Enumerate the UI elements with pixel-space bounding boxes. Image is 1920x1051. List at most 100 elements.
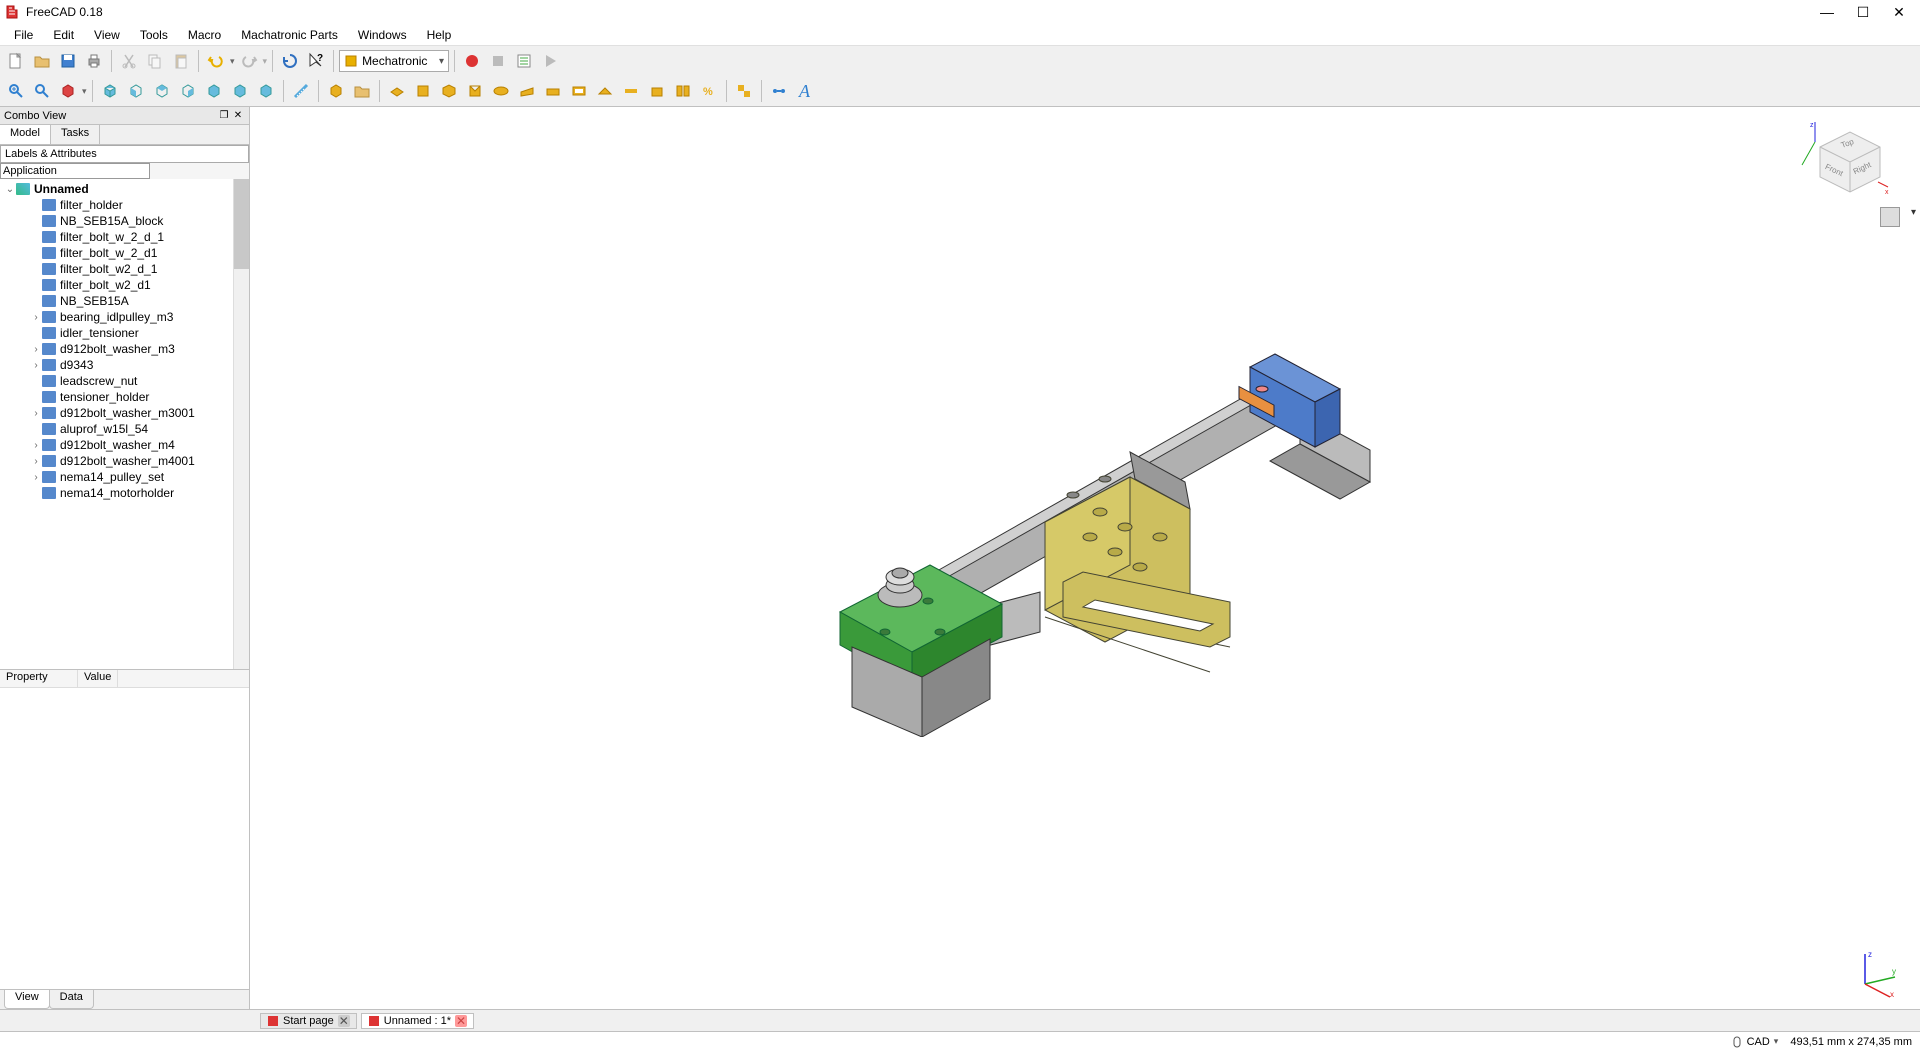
undo-dropdown-icon[interactable]: ▾ [230, 56, 235, 67]
draw-style-dropdown-icon[interactable]: ▾ [82, 86, 87, 97]
draw-style-button[interactable] [56, 79, 80, 103]
mech-part-12-button[interactable] [671, 79, 695, 103]
mini-cube-dropdown-icon[interactable]: ▾ [1911, 207, 1916, 218]
menu-mechatronic-parts[interactable]: Machatronic Parts [231, 26, 348, 44]
navigation-cube[interactable]: Top Front Right z x [1800, 117, 1890, 207]
tree-scrollbar[interactable] [233, 179, 249, 669]
part-button[interactable] [324, 79, 348, 103]
tree-item[interactable]: tensioner_holder [0, 389, 249, 405]
cut-button[interactable] [117, 49, 141, 73]
expand-icon[interactable]: › [30, 472, 42, 483]
link-button[interactable] [767, 79, 791, 103]
menu-windows[interactable]: Windows [348, 26, 417, 44]
expand-icon[interactable]: › [30, 312, 42, 323]
group-button[interactable] [350, 79, 374, 103]
tab-model[interactable]: Model [0, 125, 51, 144]
paste-button[interactable] [169, 49, 193, 73]
view-top-button[interactable] [150, 79, 174, 103]
fit-selection-button[interactable] [30, 79, 54, 103]
tree-item[interactable]: NB_SEB15A_block [0, 213, 249, 229]
view-rear-button[interactable] [202, 79, 226, 103]
expand-icon[interactable]: › [30, 360, 42, 371]
tree-item[interactable]: filter_bolt_w2_d_1 [0, 261, 249, 277]
refresh-button[interactable] [278, 49, 302, 73]
tab-close-icon[interactable]: ✕ [455, 1015, 467, 1027]
mech-part-8-button[interactable] [567, 79, 591, 103]
panel-float-button[interactable]: ❐ [217, 109, 231, 123]
workbench-selector[interactable]: Mechatronic [339, 50, 449, 72]
macro-record-button[interactable] [460, 49, 484, 73]
mech-part-11-button[interactable] [645, 79, 669, 103]
redo-dropdown-icon[interactable]: ▾ [263, 56, 268, 67]
assembly-button[interactable] [732, 79, 756, 103]
tree-item[interactable]: filter_bolt_w_2_d1 [0, 245, 249, 261]
viewport-3d[interactable]: Top Front Right z x ▾ z y x [250, 107, 1920, 1009]
tree-item[interactable]: ›d912bolt_washer_m4001 [0, 453, 249, 469]
mech-part-7-button[interactable] [541, 79, 565, 103]
measure-button[interactable] [289, 79, 313, 103]
tree-container[interactable]: ⌄ Unnamed filter_holderNB_SEB15A_blockfi… [0, 179, 249, 669]
status-nav-style[interactable]: CAD ▾ [1731, 1036, 1779, 1048]
tree-item[interactable]: ›d912bolt_washer_m3 [0, 341, 249, 357]
view-right-button[interactable] [176, 79, 200, 103]
tree-item[interactable]: filter_bolt_w_2_d_1 [0, 229, 249, 245]
tree-item[interactable]: NB_SEB15A [0, 293, 249, 309]
expand-icon[interactable]: ⌄ [4, 184, 16, 195]
mech-part-6-button[interactable] [515, 79, 539, 103]
view-bottom-button[interactable] [228, 79, 252, 103]
macro-stop-button[interactable] [486, 49, 510, 73]
save-file-button[interactable] [56, 49, 80, 73]
expand-icon[interactable]: › [30, 408, 42, 419]
menu-macro[interactable]: Macro [178, 26, 231, 44]
mech-part-5-button[interactable] [489, 79, 513, 103]
mech-part-1-button[interactable] [385, 79, 409, 103]
panel-close-button[interactable]: ✕ [231, 109, 245, 123]
maximize-button[interactable]: ☐ [1854, 3, 1872, 21]
new-file-button[interactable] [4, 49, 28, 73]
mech-part-9-button[interactable] [593, 79, 617, 103]
menu-view[interactable]: View [84, 26, 130, 44]
fit-all-button[interactable] [4, 79, 28, 103]
tree-item[interactable]: leadscrew_nut [0, 373, 249, 389]
view-left-button[interactable] [254, 79, 278, 103]
tree-item[interactable]: nema14_motorholder [0, 485, 249, 501]
menu-help[interactable]: Help [417, 26, 462, 44]
text-button[interactable]: A [793, 79, 817, 103]
open-file-button[interactable] [30, 49, 54, 73]
mini-cube-icon[interactable] [1880, 207, 1900, 227]
tab-view[interactable]: View [4, 990, 50, 1009]
tree-item[interactable]: ›nema14_pulley_set [0, 469, 249, 485]
print-button[interactable] [82, 49, 106, 73]
copy-button[interactable] [143, 49, 167, 73]
doc-tab-start[interactable]: Start page ✕ [260, 1013, 357, 1029]
close-button[interactable]: ✕ [1890, 3, 1908, 21]
tab-tasks[interactable]: Tasks [51, 125, 100, 144]
tab-data[interactable]: Data [49, 990, 94, 1009]
tab-close-icon[interactable]: ✕ [338, 1015, 350, 1027]
view-front-button[interactable] [124, 79, 148, 103]
tree-item[interactable]: aluprof_w15l_54 [0, 421, 249, 437]
whats-this-button[interactable]: ? [304, 49, 328, 73]
expand-icon[interactable]: › [30, 344, 42, 355]
scrollbar-thumb[interactable] [234, 179, 249, 269]
macro-list-button[interactable] [512, 49, 536, 73]
tree-document[interactable]: ⌄ Unnamed [0, 181, 249, 197]
tree-item[interactable]: filter_bolt_w2_d1 [0, 277, 249, 293]
redo-button[interactable] [237, 49, 261, 73]
undo-button[interactable] [204, 49, 228, 73]
mech-part-3-button[interactable] [437, 79, 461, 103]
mech-part-13-button[interactable]: % [697, 79, 721, 103]
minimize-button[interactable]: — [1818, 3, 1836, 21]
menu-tools[interactable]: Tools [130, 26, 178, 44]
expand-icon[interactable]: › [30, 440, 42, 451]
macro-play-button[interactable] [538, 49, 562, 73]
mech-part-4-button[interactable] [463, 79, 487, 103]
tree-item[interactable]: filter_holder [0, 197, 249, 213]
tree-item[interactable]: ›bearing_idlpulley_m3 [0, 309, 249, 325]
doc-tab-unnamed[interactable]: Unnamed : 1* ✕ [361, 1013, 474, 1029]
tree-item[interactable]: ›d912bolt_washer_m4 [0, 437, 249, 453]
menu-edit[interactable]: Edit [43, 26, 84, 44]
tree-item[interactable]: idler_tensioner [0, 325, 249, 341]
expand-icon[interactable]: › [30, 456, 42, 467]
mech-part-10-button[interactable] [619, 79, 643, 103]
